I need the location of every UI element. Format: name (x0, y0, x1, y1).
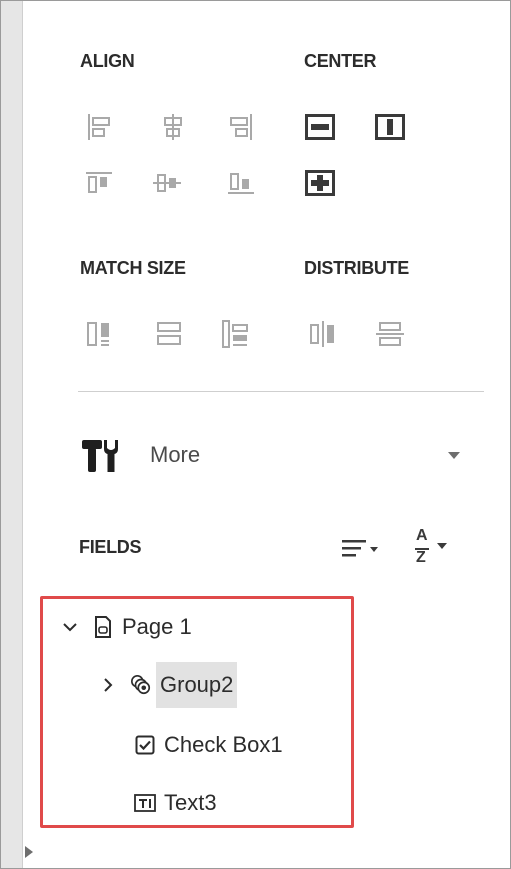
tree-item-label: Page 1 (122, 614, 192, 639)
tree-item-text[interactable]: Text3 (134, 781, 217, 825)
tools-icon (80, 436, 126, 479)
align-right-icon[interactable] (226, 112, 256, 142)
chevron-down-icon (448, 452, 460, 459)
align-left-icon[interactable] (84, 112, 114, 142)
center-vertically-icon[interactable] (375, 112, 405, 142)
left-rail (1, 1, 23, 868)
align-horizontal-center-icon[interactable] (158, 112, 188, 142)
center-both-icon[interactable] (305, 168, 335, 198)
tree-item-page[interactable]: Page 1 (60, 605, 192, 649)
chevron-down-icon[interactable] (60, 617, 80, 637)
section-divider (78, 391, 484, 392)
align-vertical-center-icon[interactable] (152, 168, 182, 198)
match-width-icon[interactable] (84, 319, 114, 349)
center-horizontally-icon[interactable] (305, 112, 335, 142)
tree-item-group[interactable]: Group2 (98, 662, 238, 708)
tree-item-checkbox[interactable]: Check Box1 (134, 723, 283, 767)
match-both-size-icon[interactable] (220, 319, 250, 349)
tree-item-label: Group2 (156, 662, 238, 708)
distribute-horizontally-icon[interactable] (308, 319, 338, 349)
tree-item-label: Text3 (164, 790, 217, 815)
radio-group-icon (130, 674, 152, 696)
match-height-icon[interactable] (154, 319, 184, 349)
checkbox-field-icon (134, 734, 156, 756)
text-field-icon (134, 792, 156, 814)
chevron-down-icon (437, 543, 447, 549)
more-label: More (150, 442, 201, 467)
sort-z-letter: Z (416, 549, 426, 566)
more-dropdown[interactable]: More (76, 430, 476, 480)
sort-a-letter: A (416, 527, 428, 544)
sort-alphabetical-button[interactable]: A Z (414, 528, 464, 568)
align-bottom-icon[interactable] (226, 168, 256, 198)
match-size-heading: MATCH SIZE (80, 258, 186, 278)
distribute-vertically-icon[interactable] (375, 319, 405, 349)
distribute-heading: DISTRIBUTE (304, 258, 410, 278)
align-top-icon[interactable] (84, 168, 114, 198)
expand-panel-arrow-icon[interactable] (25, 846, 33, 858)
center-heading: CENTER (304, 51, 377, 71)
sort-order-button[interactable] (340, 534, 380, 564)
tree-item-label: Check Box1 (164, 732, 283, 757)
fields-heading: FIELDS (79, 537, 142, 557)
align-heading: ALIGN (80, 51, 135, 71)
page-icon (92, 616, 114, 638)
chevron-right-icon[interactable] (98, 675, 118, 695)
